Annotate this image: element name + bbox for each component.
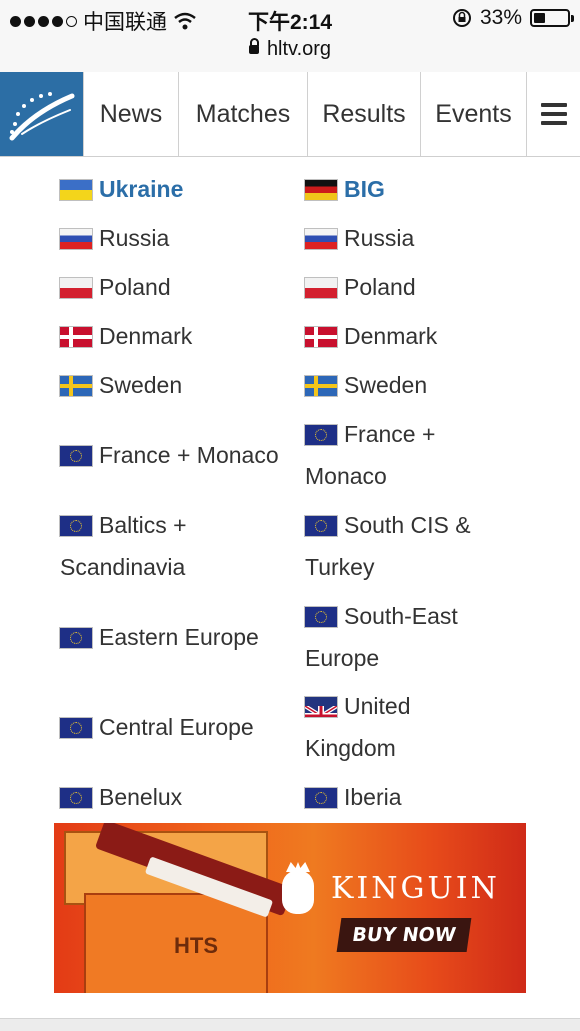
region-item[interactable]: Baltics + Scandinavia [60,504,230,588]
sweden-flag-icon [305,376,337,396]
region-item[interactable]: BIG [305,168,525,210]
address-bar[interactable]: hltv.org [0,38,580,61]
hltv-logo[interactable] [0,72,83,156]
denmark-flag-icon [60,327,92,347]
lock-icon [248,38,259,54]
region-item[interactable]: Russia [305,217,525,259]
germany-flag-icon [305,180,337,200]
region-item[interactable]: Denmark [305,315,525,357]
region-item[interactable]: Ukraine [60,168,295,210]
system-indicators: 33% [452,6,574,30]
region-item[interactable]: France + Monaco [60,434,295,476]
eu-flag-icon [60,516,92,536]
region-item[interactable]: France + Monaco [305,413,455,497]
eu-flag-icon [60,446,92,466]
uk-flag-icon [305,697,337,717]
eu-flag-icon [305,516,337,536]
region-item[interactable]: Poland [305,266,525,308]
denmark-flag-icon [305,327,337,347]
region-item[interactable]: Sweden [60,364,295,406]
nav-matches[interactable]: Matches [178,72,307,156]
eu-flag-icon [60,718,92,738]
eu-flag-icon [305,425,337,445]
logo-swoosh-icon [9,92,75,141]
region-item[interactable]: South-East Europe [305,595,470,679]
url-text: hltv.org [266,38,332,60]
region-item[interactable]: Central Europe [60,706,295,748]
hamburger-menu-icon[interactable] [526,72,580,156]
eu-flag-icon [305,607,337,627]
eu-flag-icon [60,628,92,648]
ad-brand: KINGUIN [331,871,500,906]
poland-flag-icon [305,278,337,298]
region-item[interactable]: Russia [60,217,295,259]
nav-events[interactable]: Events [420,72,526,156]
battery-percent: 33% [479,6,522,29]
region-item[interactable]: South CIS & Turkey [305,504,480,588]
eu-flag-icon [305,788,337,808]
sweden-flag-icon [60,376,92,396]
case-label: HTS [174,933,218,958]
eu-flag-icon [60,788,92,808]
kinguin-penguin-icon [282,870,314,914]
status-bar: 中国联通 下午2:14 33% hltv.org [0,0,580,73]
region-item[interactable]: Poland [60,266,295,308]
rotation-lock-icon [452,9,471,27]
nav-results[interactable]: Results [307,72,420,156]
main-nav: News Matches Results Events [0,72,580,157]
kinguin-ad-banner[interactable]: HTS KINGUIN BUY NOW [54,823,526,993]
region-item[interactable]: United Kingdom [305,685,430,769]
region-item[interactable]: Denmark [60,315,295,357]
russia-flag-icon [305,229,337,249]
buy-now-button[interactable]: BUY NOW [336,918,472,952]
region-item[interactable]: Benelux [60,776,295,818]
poland-flag-icon [60,278,92,298]
ukraine-flag-icon [60,180,92,200]
battery-icon [530,9,574,27]
region-item[interactable]: Iberia [305,776,525,818]
region-item[interactable]: Eastern Europe [60,616,295,658]
region-item[interactable]: Sweden [305,364,525,406]
bottom-toolbar [0,1018,580,1031]
russia-flag-icon [60,229,92,249]
battery-level [534,13,545,23]
nav-news[interactable]: News [83,72,178,156]
